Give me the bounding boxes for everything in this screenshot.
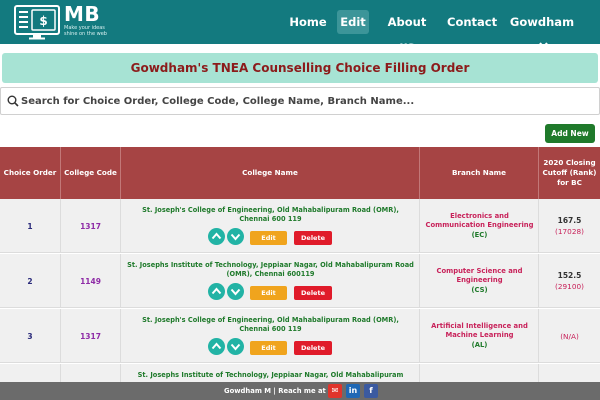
chevron-down-icon [538,42,548,49]
delete-button[interactable]: Delete [294,341,332,355]
add-new-button[interactable]: Add New [545,124,595,143]
college-code: 1149 [80,276,101,286]
chevron-down-icon [230,233,241,241]
search-input[interactable] [21,91,591,111]
row-actions: Edit Delete [208,283,338,301]
header-closing-cutoff: 2020 Closing Cutoff (Rank) for BC [542,158,597,187]
closing-cutoff: (N/A) [539,309,600,363]
nav-about[interactable]: About us [381,10,433,53]
branch-name: Artificial Intelligence and Machine Lear… [424,309,535,363]
choice-order: 2 [27,276,33,286]
brand-name: MB [64,2,101,26]
choice-order: 3 [27,331,33,341]
nav-edit[interactable]: Edit [337,10,369,34]
table-row: 1 1317 St. Joseph's College of Engineeri… [0,199,600,253]
delete-button[interactable]: Delete [294,286,332,300]
footer-text: Gowdham M | Reach me at [224,387,326,395]
college-code: 1317 [80,331,101,341]
choice-table: Choice Order College Code College Name B… [0,147,600,387]
header-college-name: College Name [121,147,420,199]
table-row: 2 1149 St. Josephs Institute of Technolo… [0,254,600,308]
nav-home[interactable]: Home [288,10,328,34]
move-down-button[interactable] [227,283,244,300]
move-down-button[interactable] [227,228,244,245]
chevron-down-icon [230,343,241,351]
branch-label: Computer Science and Engineering [436,267,523,284]
user-menu[interactable]: Gowdham [506,10,578,49]
closing-cutoff: 152.5 (29100) [539,254,600,308]
brand[interactable]: MB Make your ideas shine on the web [64,3,112,37]
choice-order: 1 [27,221,33,231]
college-name: St. Josephs Institute of Technology, Jep… [137,371,404,379]
header-college-code: College Code [61,147,121,199]
chevron-up-icon [211,342,222,350]
cutoff-rank: (N/A) [560,331,579,341]
move-down-button[interactable] [227,338,244,355]
chevron-down-icon [230,288,241,296]
nav-contact[interactable]: Contact [447,10,497,34]
edit-button[interactable]: Edit [250,231,287,245]
cutoff-rank: (29100) [555,282,584,291]
header-branch-name: Branch Name [420,147,539,199]
college-name: St. Joseph's College of Engineering, Old… [142,316,399,333]
linkedin-icon[interactable]: in [346,384,360,398]
closing-cutoff: 167.5 (17028) [539,199,600,253]
facebook-icon[interactable]: f [364,384,378,398]
mail-icon[interactable]: ✉ [328,384,342,398]
branch-code: (EC) [471,231,488,239]
college-name: St. Joseph's College of Engineering, Old… [142,206,399,223]
chevron-up-icon [211,287,222,295]
branch-name: Electronics and Communication Engineerin… [424,199,535,253]
college-code: 1317 [80,221,101,231]
branch-label: Artificial Intelligence and Machine Lear… [431,322,528,339]
user-name: Gowdham [509,15,575,29]
footer: Gowdham M | Reach me at ✉ in f [0,382,600,400]
svg-text:$: $ [39,14,47,28]
college-name: St. Josephs Institute of Technology, Jep… [127,261,414,278]
move-up-button[interactable] [208,228,225,245]
branch-code: (CS) [471,286,488,294]
move-up-button[interactable] [208,283,225,300]
table-row: 3 1317 St. Joseph's College of Engineeri… [0,309,600,363]
cutoff-value: 152.5 [557,271,582,280]
branch-name: Computer Science and Engineering (CS) [424,254,535,308]
search-icon [7,95,19,107]
delete-button[interactable]: Delete [294,231,332,245]
branch-code: (AL) [471,341,488,349]
table-header: Choice Order College Code College Name B… [0,147,600,199]
brand-tagline: Make your ideas shine on the web [64,25,107,37]
cutoff-rank: (17028) [555,227,584,236]
page-title: Gowdham's TNEA Counselling Choice Fillin… [2,53,598,83]
move-up-button[interactable] [208,338,225,355]
search-bar [0,87,600,115]
header-choice-order: Choice Order [0,147,61,199]
row-actions: Edit Delete [208,338,338,356]
edit-button[interactable]: Edit [250,341,287,355]
chevron-up-icon [211,232,222,240]
cutoff-value: 167.5 [557,216,582,225]
edit-button[interactable]: Edit [250,286,287,300]
row-actions: Edit Delete [208,228,338,246]
monitor-dollar-icon[interactable]: $ [14,4,60,40]
branch-label: Electronics and Communication Engineerin… [425,212,534,229]
navbar: $ MB Make your ideas shine on the web Ho… [0,0,600,53]
